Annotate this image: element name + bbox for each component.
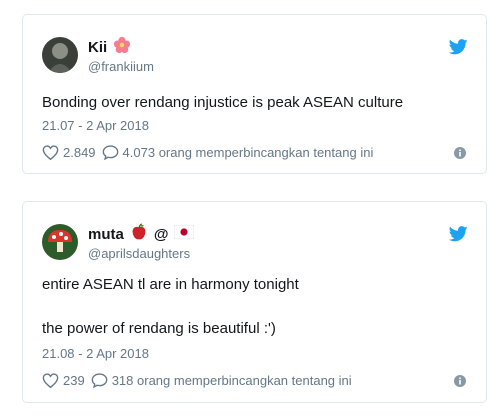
user-handle[interactable]: @aprilsdaughters: [88, 246, 194, 261]
display-name[interactable]: muta: [88, 226, 124, 243]
twitter-bird-icon[interactable]: [449, 39, 468, 55]
speech-bubble-icon: [102, 145, 118, 160]
japan-flag-icon: [174, 224, 195, 243]
tweet-timestamp[interactable]: 21.08 - 2 Apr 2018: [42, 346, 149, 361]
reply-action[interactable]: 4.073 orang memperbincangkan tentang ini: [102, 145, 374, 160]
reply-text: 318 orang memperbincangkan tentang ini: [111, 373, 352, 388]
like-count: 239: [63, 373, 85, 388]
name-extra: @: [153, 225, 169, 243]
reply-text: 4.073 orang memperbincangkan tentang ini: [122, 145, 374, 160]
apple-emoji-icon: [130, 223, 148, 245]
like-count: 2.849: [63, 145, 96, 160]
tweet-timestamp[interactable]: 21.07 - 2 Apr 2018: [42, 118, 149, 133]
info-icon[interactable]: [454, 146, 466, 159]
avatar[interactable]: [42, 37, 78, 73]
tweet-text-line: Bonding over rendang injustice is peak A…: [42, 94, 404, 111]
speech-bubble-icon: [91, 373, 108, 388]
user-handle[interactable]: @frankiium: [88, 59, 154, 74]
twitter-bird-icon[interactable]: [449, 226, 468, 242]
tweet-text-line: entire ASEAN tl are in harmony tonight: [42, 276, 299, 293]
tweet-card[interactable]: muta @ @aprilsdaughters entire ASEAN tl …: [22, 201, 487, 403]
heart-icon: [42, 373, 59, 388]
display-name[interactable]: Kii: [88, 39, 107, 56]
heart-icon: [42, 145, 59, 160]
tweet-card[interactable]: Kii @frankiium Bonding over rendang inju…: [22, 14, 487, 174]
like-action[interactable]: 2.849: [42, 145, 96, 160]
avatar[interactable]: [42, 224, 78, 260]
like-action[interactable]: 239: [42, 373, 85, 388]
info-icon[interactable]: [454, 374, 466, 387]
hibiscus-emoji-icon: [113, 36, 131, 58]
reply-action[interactable]: 318 orang memperbincangkan tentang ini: [91, 373, 352, 388]
tweet-text-line: the power of rendang is beautiful :'): [42, 320, 276, 337]
